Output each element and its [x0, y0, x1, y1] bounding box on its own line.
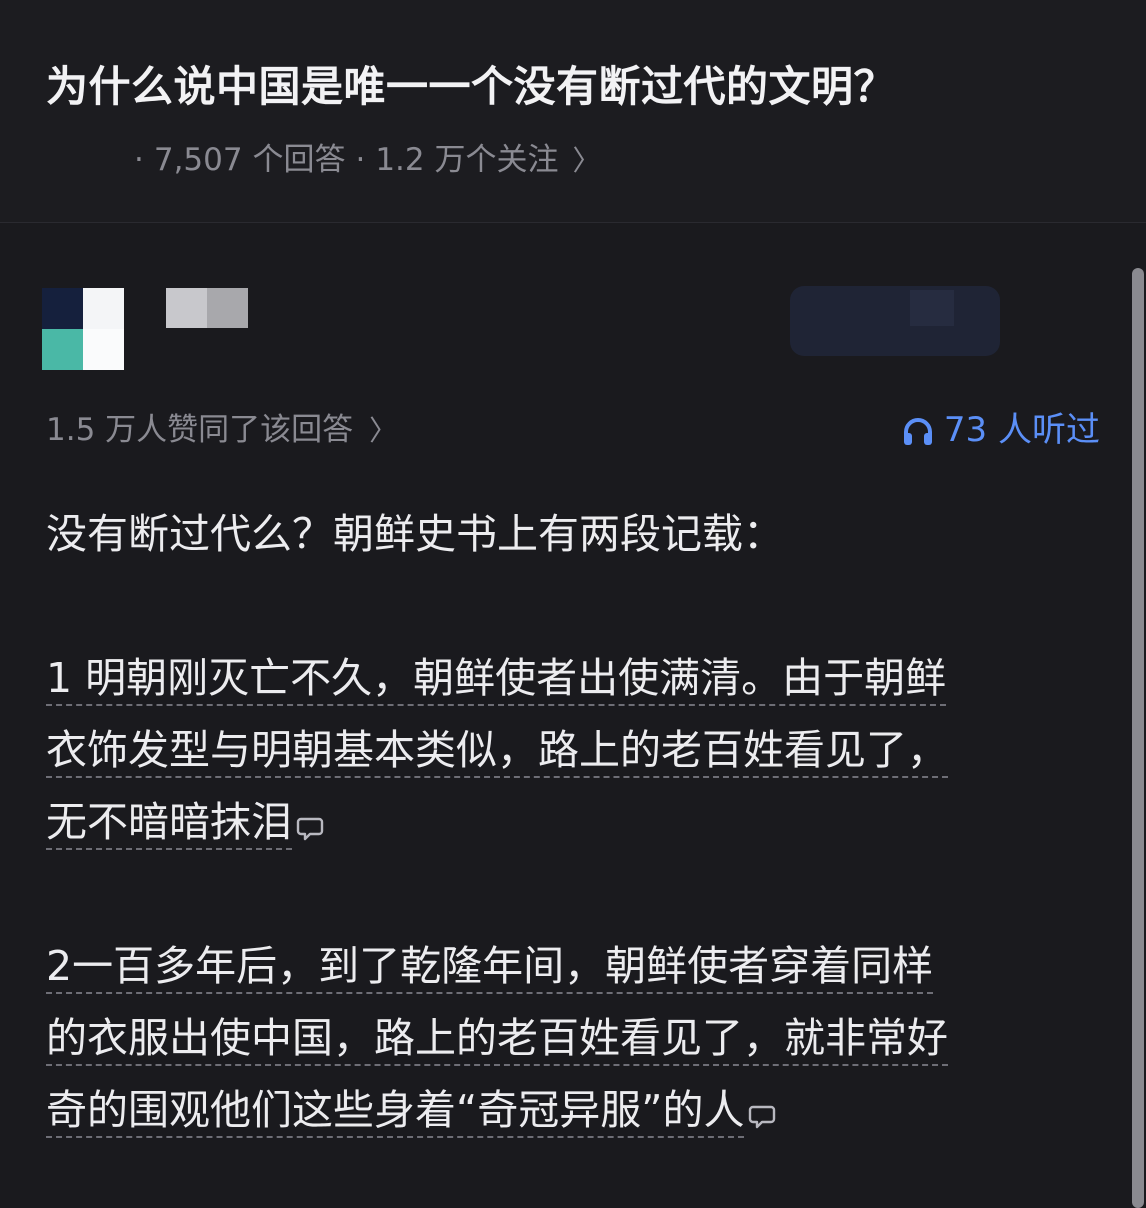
followers-count: 1.2 万个关注 — [375, 142, 559, 178]
answer-point-2-line-3: 奇的围观他们这些身着“奇冠异服”的人 — [46, 1074, 1100, 1146]
answer-body: 没有断过代么？朝鲜史书上有两段记载： 1 明朝刚灭亡不久，朝鲜使者出使满清。由于… — [46, 498, 1100, 1146]
headphones-icon — [903, 418, 932, 445]
question-header: 为什么说中国是唯一一个没有断过代的文明？ · 7,507 个回答 · 1.2 万个关注… — [0, 0, 1146, 222]
likes-summary[interactable]: 1.5 万人赞同了该回答〉 — [46, 408, 397, 453]
author-name-redacted[interactable] — [166, 288, 248, 328]
listen-button[interactable]: 73 人听过 — [902, 408, 1100, 452]
likes-count: 1.5 万人赞同了该回答 — [46, 412, 354, 448]
answer-point-2-line-1: 2一百多年后，到了乾隆年间，朝鲜使者穿着同样 — [46, 930, 1100, 1002]
author-avatar[interactable] — [42, 288, 124, 370]
answer-point-2-line-2: 的衣服出使中国，路上的老百姓看见了，就非常好 — [46, 1002, 1100, 1074]
meta-separator: · — [355, 142, 366, 178]
answer-point-1-line-1: 1 明朝刚灭亡不久，朝鲜使者出使满清。由于朝鲜 — [46, 642, 1100, 714]
chevron-right-icon: 〉 — [572, 144, 601, 177]
answer-point-1-line-3: 无不暗暗抹泪 — [46, 786, 1100, 858]
listen-count: 73 人听过 — [943, 410, 1100, 450]
chevron-right-icon: 〉 — [369, 414, 398, 447]
follow-button-redacted[interactable] — [790, 286, 1000, 356]
header-divider — [0, 222, 1146, 223]
answers-count: 7,507 个回答 — [153, 142, 346, 178]
scrollbar[interactable] — [1132, 268, 1144, 1208]
meta-separator: · — [134, 142, 144, 178]
question-meta[interactable]: · 7,507 个回答 · 1.2 万个关注〉 — [124, 138, 601, 183]
comment-icon[interactable] — [296, 814, 324, 842]
question-title[interactable]: 为什么说中国是唯一一个没有断过代的文明？ — [46, 56, 896, 118]
answer-point-1-line-2: 衣饰发型与明朝基本类似，路上的老百姓看见了， — [46, 714, 1100, 786]
answer-intro: 没有断过代么？朝鲜史书上有两段记载： — [46, 510, 784, 558]
comment-icon[interactable] — [748, 1102, 776, 1130]
